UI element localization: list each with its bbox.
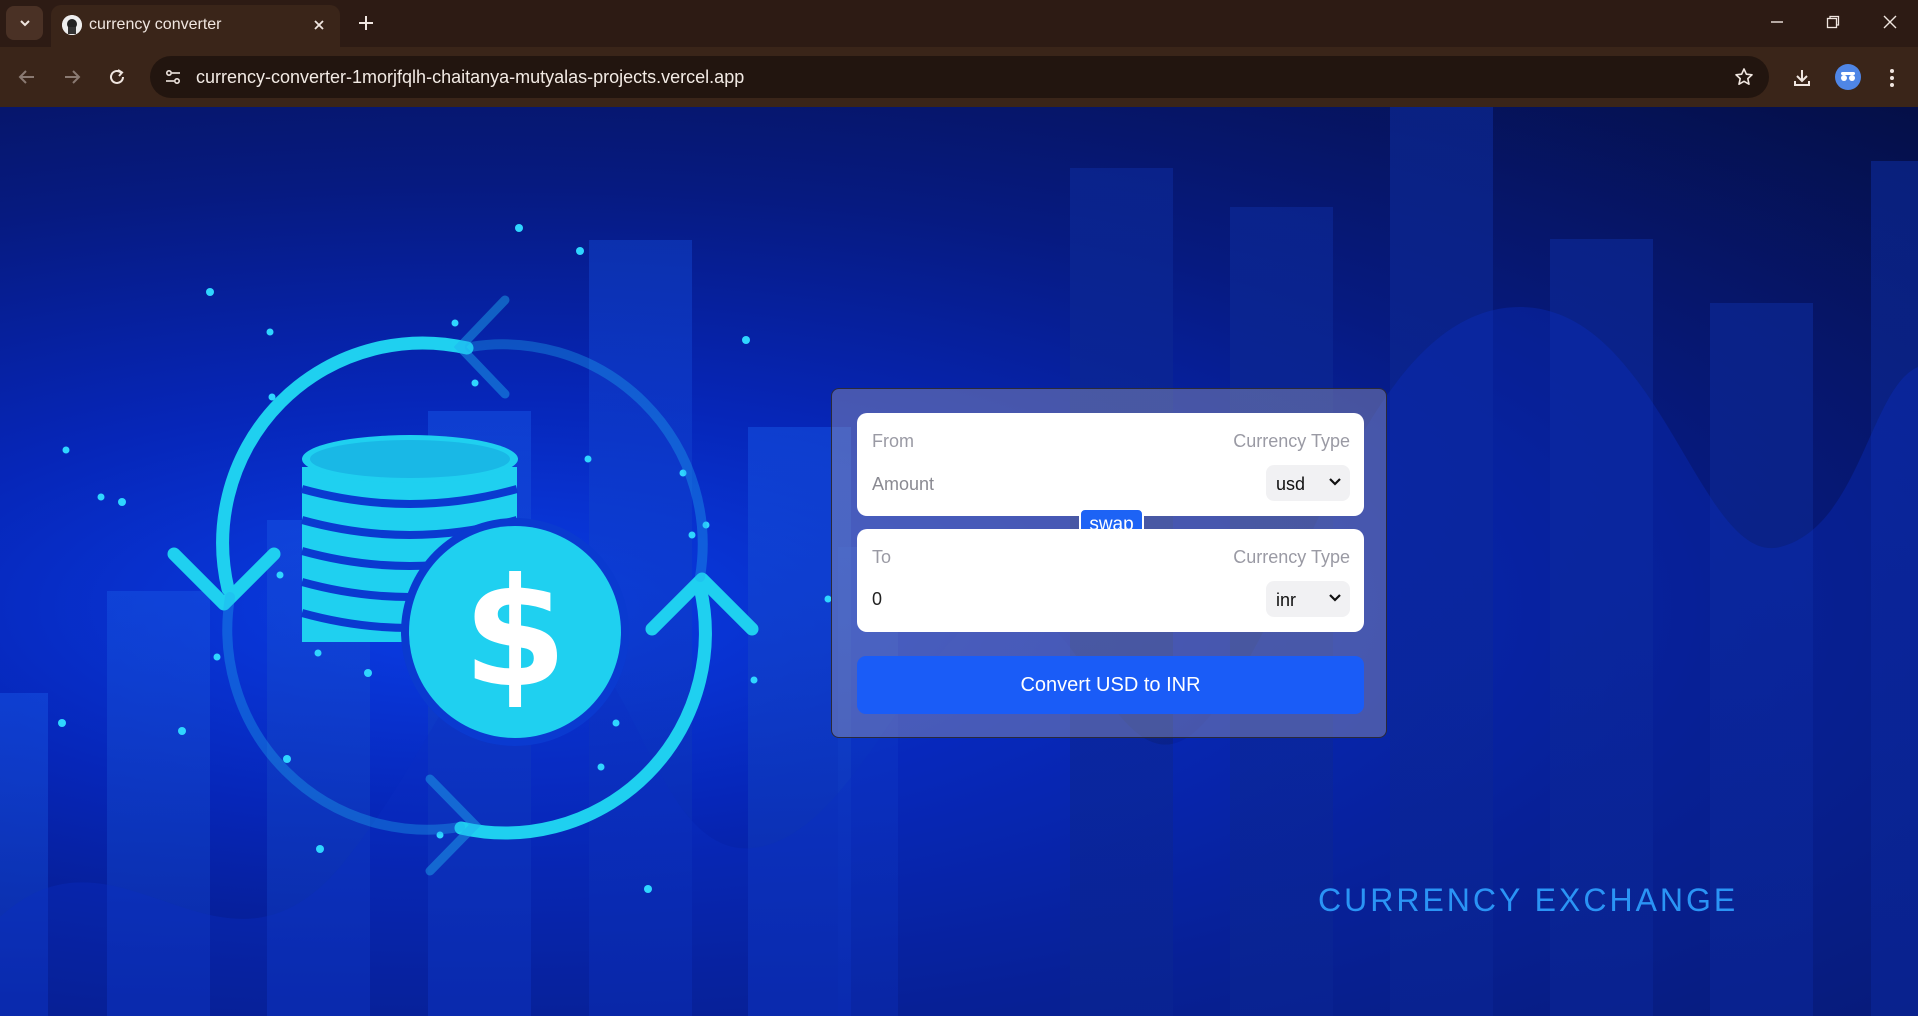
- from-label: From: [872, 431, 914, 451]
- close-icon: [314, 20, 324, 30]
- arrow-left-icon: [18, 70, 34, 84]
- from-currency-type-label: Currency Type: [1233, 431, 1350, 451]
- dollar-coin-icon: $: [401, 518, 629, 746]
- plus-icon: [359, 16, 373, 30]
- from-amount-input[interactable]: [872, 471, 1232, 497]
- reload-icon: [110, 69, 124, 84]
- currency-exchange-banner: CURRENCY EXCHANGE: [1318, 882, 1739, 918]
- more-vert-icon: [1890, 69, 1894, 87]
- download-icon: [1794, 70, 1810, 86]
- to-panel: To Currency Type 0 inr: [857, 529, 1364, 632]
- star-icon: [1735, 68, 1753, 85]
- tune-icon: [165, 69, 181, 85]
- forward-button[interactable]: [55, 60, 89, 94]
- from-currency-select[interactable]: usd: [1266, 465, 1350, 501]
- minimize-button[interactable]: [1755, 6, 1799, 38]
- site-info-button[interactable]: [158, 62, 188, 92]
- arrow-right-icon: [65, 70, 81, 84]
- new-tab-button[interactable]: [352, 9, 380, 37]
- browser-chrome: currency converter currency-converter-1m…: [0, 0, 1918, 107]
- downloads-button[interactable]: [1784, 60, 1820, 96]
- page-viewport: $ From Currency Type usd swap To Currenc…: [0, 107, 1918, 1016]
- favicon-icon: [62, 15, 82, 35]
- address-bar[interactable]: currency-converter-1morjfqlh-chaitanya-m…: [150, 56, 1769, 98]
- restore-icon: [1826, 15, 1840, 29]
- convert-button[interactable]: Convert USD to INR: [857, 656, 1364, 714]
- from-panel: From Currency Type usd: [857, 413, 1364, 516]
- chevron-down-icon: [19, 20, 30, 27]
- to-label: To: [872, 547, 892, 567]
- browser-menu-button[interactable]: [1874, 60, 1910, 96]
- bookmark-button[interactable]: [1729, 62, 1759, 92]
- back-button[interactable]: [10, 60, 44, 94]
- url-text: currency-converter-1morjfqlh-chaitanya-m…: [196, 67, 745, 87]
- restore-button[interactable]: [1811, 6, 1855, 38]
- minimize-icon: [1771, 21, 1783, 23]
- close-window-button[interactable]: [1868, 6, 1912, 38]
- active-tab[interactable]: currency converter: [51, 5, 340, 47]
- to-amount-output[interactable]: 0: [872, 589, 882, 610]
- close-icon: [1883, 15, 1897, 29]
- tab-strip: currency converter: [0, 0, 1918, 47]
- to-currency-select[interactable]: inr: [1266, 581, 1350, 617]
- chevron-down-icon: [1329, 594, 1341, 602]
- to-currency-type-label: Currency Type: [1233, 547, 1350, 567]
- tab-search-button[interactable]: [6, 6, 43, 40]
- chevron-down-icon: [1329, 478, 1341, 486]
- incognito-avatar-icon: [1841, 72, 1855, 81]
- reload-button[interactable]: [100, 60, 134, 94]
- svg-text:$: $: [463, 547, 567, 721]
- from-currency-value: usd: [1276, 474, 1306, 494]
- converter-card: From Currency Type usd swap To Currency …: [831, 388, 1387, 738]
- tab-close-button[interactable]: [308, 14, 330, 36]
- tab-title: currency converter: [89, 16, 222, 33]
- profile-avatar[interactable]: [1835, 64, 1861, 90]
- to-currency-value: inr: [1276, 590, 1297, 610]
